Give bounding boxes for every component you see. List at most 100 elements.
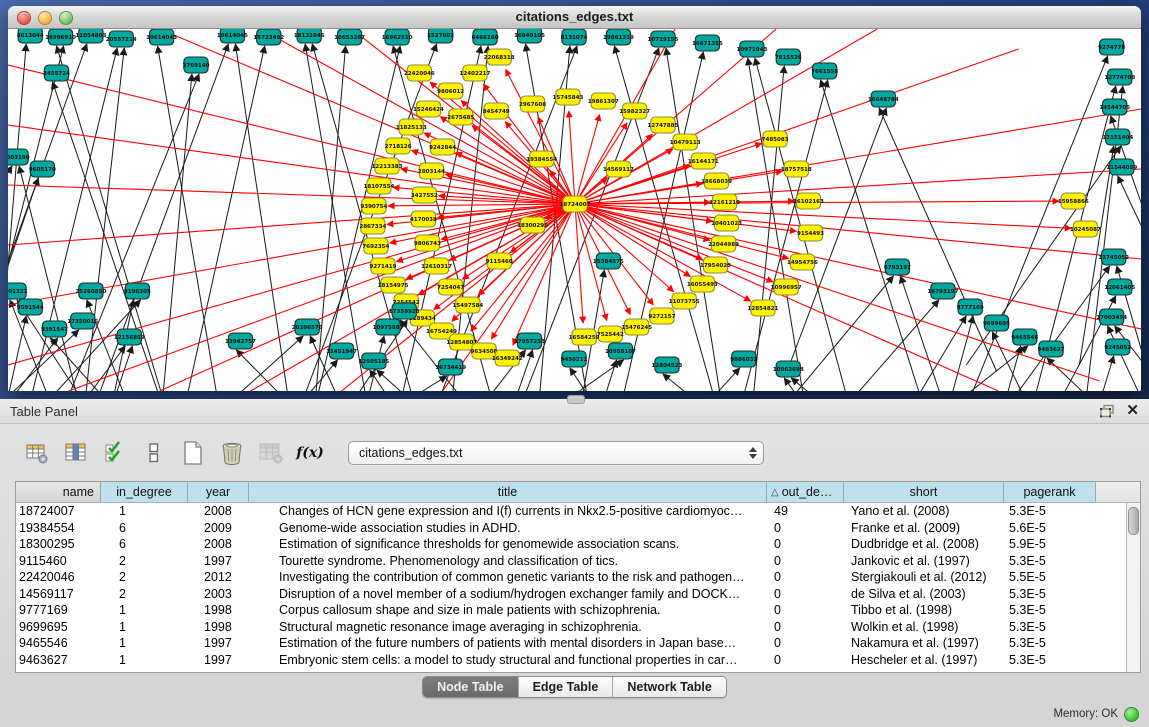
table-cell[interactable]: Nakamura et al. (1997)	[844, 636, 1004, 650]
column-header-name[interactable]: name	[16, 482, 101, 502]
graph-node-yellow[interactable]: 16349242	[492, 350, 523, 366]
table-row[interactable]: 946362711997Embryonic stem cells: a mode…	[16, 652, 1140, 669]
graph-node-yellow[interactable]: 9806012	[437, 83, 464, 99]
show-columns-icon[interactable]	[61, 439, 91, 467]
table-cell[interactable]: 6	[101, 537, 188, 551]
graph-node-teal[interactable]: 15384575	[593, 253, 624, 269]
graph-node-teal[interactable]: 11451947	[326, 343, 357, 359]
graph-node-yellow[interactable]: 15745843	[552, 89, 583, 105]
graph-node-teal[interactable]: 19614045	[217, 29, 248, 43]
table-cell[interactable]: Estimation of the future numbers of pati…	[249, 636, 767, 650]
graph-node-yellow[interactable]: 18757518	[781, 161, 812, 177]
table-cell[interactable]: 1	[101, 504, 188, 518]
tab-node-table[interactable]: Node Table	[423, 677, 518, 697]
graph-node-teal[interactable]: 10975887	[373, 319, 404, 335]
citation-network-graph[interactable]: 1872400722068318124022179806012152464241…	[8, 29, 1141, 391]
table-cell[interactable]: 1997	[188, 653, 249, 667]
graph-node-yellow[interactable]: 16584259	[569, 329, 600, 345]
column-header-title[interactable]: title	[249, 482, 767, 502]
table-cell[interactable]: 1997	[188, 554, 249, 568]
graph-node-yellow[interactable]: 10996957	[771, 279, 802, 295]
table-row[interactable]: 1830029562008Estimation of significance …	[16, 536, 1140, 553]
table-cell[interactable]: Changes of HCN gene expression and I(f) …	[249, 504, 767, 518]
table-cell[interactable]: Dudbridge et al. (2008)	[844, 537, 1004, 551]
graph-node-yellow[interactable]: 7485083	[762, 131, 789, 147]
delete-table-icon[interactable]	[256, 439, 286, 467]
clear-selection-icon[interactable]	[139, 439, 169, 467]
graph-node-teal[interactable]: 8613044	[17, 29, 44, 43]
table-selector[interactable]: citations_edges.txt	[348, 441, 764, 465]
table-cell[interactable]: 0	[767, 620, 844, 634]
graph-node-yellow[interactable]: 7692354	[362, 238, 389, 254]
graph-node-teal[interactable]: 9605170	[29, 161, 56, 177]
graph-node-yellow[interactable]: 10245087	[1070, 221, 1101, 237]
graph-node-teal[interactable]: 9886032	[730, 351, 757, 367]
table-cell[interactable]: 18724007	[16, 504, 101, 518]
table-cell[interactable]: 2008	[188, 504, 249, 518]
table-cell[interactable]: 5.9E-5	[1004, 537, 1096, 551]
table-cell[interactable]: Hescheler et al. (1997)	[844, 653, 1004, 667]
column-header-out_de[interactable]: △out_de…	[767, 482, 844, 502]
column-header-year[interactable]: year	[188, 482, 249, 502]
graph-node-yellow[interactable]: 9806743	[414, 235, 441, 251]
graph-node-teal[interactable]: 10653287	[334, 29, 365, 45]
table-cell[interactable]: Estimation of significance thresholds fo…	[249, 537, 767, 551]
graph-node-yellow[interactable]: 15497584	[452, 297, 483, 313]
table-cell[interactable]: 9465546	[16, 636, 101, 650]
graph-node-teal[interactable]: 16996910	[45, 29, 76, 45]
table-cell[interactable]: Corpus callosum shape and size in male p…	[249, 603, 767, 617]
graph-node-teal[interactable]: 16648784	[868, 91, 899, 107]
table-cell[interactable]: 5.5E-5	[1004, 570, 1096, 584]
table-cell[interactable]: 5.3E-5	[1004, 554, 1096, 568]
table-cell[interactable]: 0	[767, 521, 844, 535]
table-cell[interactable]: 1	[101, 636, 188, 650]
table-cell[interactable]: 0	[767, 636, 844, 650]
graph-node-teal[interactable]: 9391547	[41, 321, 68, 337]
graph-node-yellow[interactable]: 16144171	[688, 153, 719, 169]
graph-node-yellow[interactable]: 18668039	[701, 173, 732, 189]
table-cell[interactable]: 1997	[188, 636, 249, 650]
function-builder-icon[interactable]: f(x)	[295, 439, 325, 467]
graph-node-teal[interactable]: 13745052	[1098, 249, 1129, 265]
graph-node-yellow[interactable]: 18154975	[378, 277, 409, 293]
table-cell[interactable]: Disruption of a novel member of a sodium…	[249, 587, 767, 601]
table-cell[interactable]: 5.3E-5	[1004, 504, 1096, 518]
graph-node-teal[interactable]: 20206576	[292, 319, 323, 335]
graph-node-yellow[interactable]: 12610317	[421, 258, 452, 274]
graph-node-teal[interactable]: 3769140	[182, 57, 209, 73]
table-row[interactable]: 977716911998Corpus callosum shape and si…	[16, 602, 1140, 619]
graph-node-teal[interactable]: 2603190	[8, 149, 30, 165]
table-cell[interactable]: Genome-wide association studies in ADHD.	[249, 521, 767, 535]
table-scrollbar[interactable]	[1126, 503, 1140, 672]
graph-node-teal[interactable]: 12804523	[652, 357, 683, 373]
graph-node-yellow[interactable]: 22068318	[484, 49, 515, 65]
table-scrollbar-thumb[interactable]	[1128, 507, 1139, 535]
graph-node-yellow[interactable]: 12161210	[709, 194, 740, 210]
table-cell[interactable]: 2	[101, 570, 188, 584]
graph-node-yellow[interactable]: 7254047	[437, 279, 464, 295]
graph-node-yellow[interactable]: 10479113	[670, 134, 701, 150]
table-cell[interactable]: 0	[767, 554, 844, 568]
table-cell[interactable]: 2012	[188, 570, 249, 584]
table-cell[interactable]: Tourette syndrome. Phenomenology and cla…	[249, 554, 767, 568]
graph-node-teal[interactable]: 25260850	[75, 283, 106, 299]
table-row[interactable]: 1456911722003Disruption of a novel membe…	[16, 586, 1140, 603]
graph-node-teal[interactable]: 16962510	[382, 29, 413, 45]
graph-node-yellow[interactable]: 9242844	[429, 139, 456, 155]
graph-node-yellow[interactable]: 19861307	[588, 93, 619, 109]
graph-node-yellow[interactable]: 19384554	[526, 151, 557, 167]
graph-node-teal[interactable]: 10971943	[736, 41, 767, 57]
table-cell[interactable]: 5.3E-5	[1004, 636, 1096, 650]
graph-node-teal[interactable]: 11544059	[1106, 159, 1137, 175]
graph-node-yellow[interactable]: 9272157	[648, 308, 675, 324]
graph-node-teal[interactable]: 6793197	[884, 259, 911, 275]
graph-node-yellow[interactable]: 14569117	[603, 161, 634, 177]
graph-node-teal[interactable]: 7661558	[811, 63, 838, 79]
graph-node-teal[interactable]: 9274778	[1098, 39, 1125, 55]
graph-node-teal[interactable]: 19614043	[146, 29, 177, 45]
graph-node-teal[interactable]: 9463627	[1038, 341, 1065, 357]
table-cell[interactable]: 1998	[188, 603, 249, 617]
table-cell[interactable]: 1	[101, 620, 188, 634]
graph-node-yellow[interactable]: 9390754	[360, 198, 387, 214]
table-cell[interactable]: 0	[767, 587, 844, 601]
